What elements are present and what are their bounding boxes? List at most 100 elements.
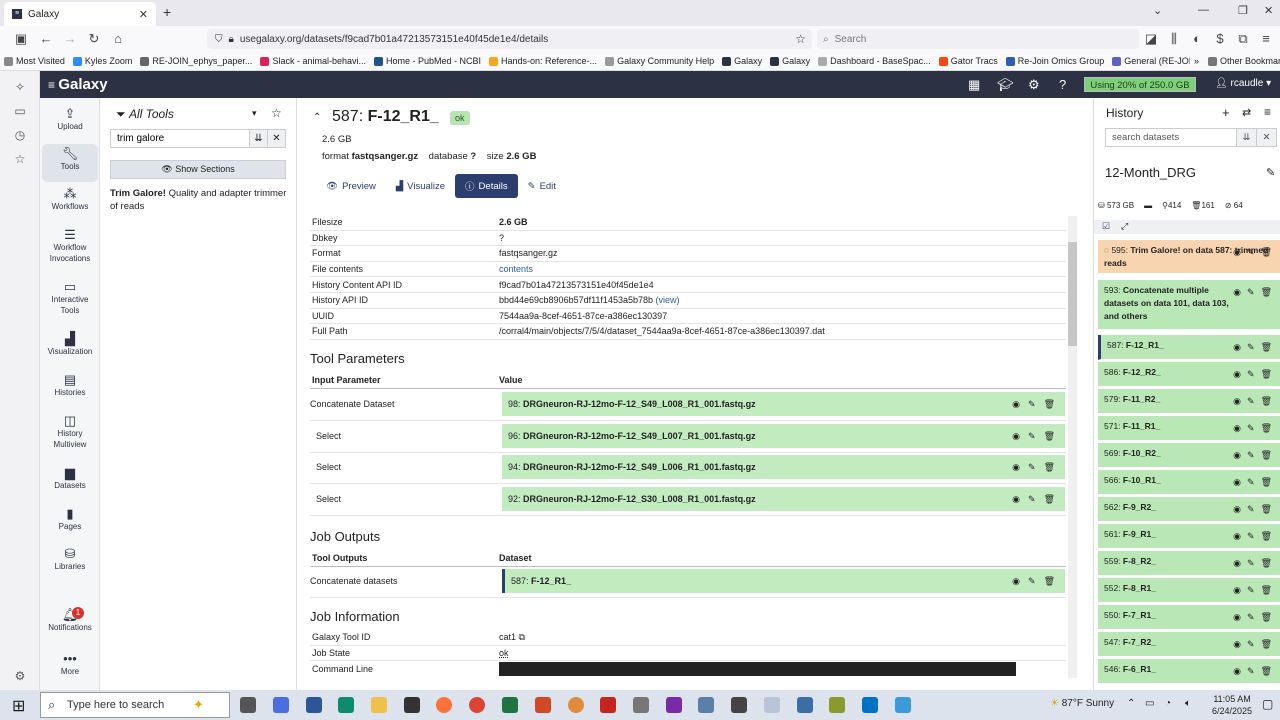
eye-icon[interactable]: ◉ xyxy=(1012,399,1020,410)
close-tab-icon[interactable]: ✕ xyxy=(139,8,148,21)
menu-icon[interactable]: ≡ xyxy=(1258,31,1274,46)
bookmark-item[interactable]: Hands-on: Reference-... xyxy=(485,56,601,66)
trash-icon[interactable]: 🗑︎ xyxy=(1044,462,1055,473)
user-menu[interactable]: 👤︎ rcaudle ▾ xyxy=(1215,78,1271,89)
acrobat-icon[interactable] xyxy=(600,697,616,713)
history-item[interactable]: 586: F-12_R2_ ◉ ✎ 🗑︎ xyxy=(1098,362,1280,387)
activity-libraries[interactable]: ⛁ Libraries xyxy=(42,547,98,572)
app-icon[interactable] xyxy=(764,697,780,713)
eye-icon[interactable]: ◉ xyxy=(1012,462,1020,473)
switch-history-icon[interactable]: ⇄ xyxy=(1242,106,1251,119)
bookmark-item[interactable]: Dashboard - BaseSpac... xyxy=(814,56,935,66)
trash-icon[interactable]: 🗑︎ xyxy=(1044,494,1055,505)
forward-icon[interactable]: → xyxy=(62,31,78,46)
edge-icon[interactable] xyxy=(338,697,354,713)
bookmark-item[interactable]: Gator Tracs xyxy=(935,56,1002,66)
history-search-input[interactable]: search datasets ⇊ ✕ xyxy=(1105,128,1277,147)
pencil-icon[interactable]: ✎ xyxy=(1028,494,1036,505)
favorites-star-icon[interactable]: ☆ xyxy=(271,106,282,120)
app-icon[interactable] xyxy=(568,697,584,713)
onenote-icon[interactable] xyxy=(666,697,682,713)
eye-icon[interactable]: ◉ xyxy=(1012,431,1020,442)
clear-search-icon[interactable]: ✕ xyxy=(1256,129,1276,146)
maximize-icon[interactable]: ❐ xyxy=(1238,4,1248,17)
wifi-icon[interactable]: ◔ xyxy=(1165,698,1171,709)
chrome-icon[interactable] xyxy=(469,697,485,713)
trash-icon[interactable]: 🗑︎ xyxy=(1044,576,1055,587)
training-hat-icon[interactable]: 🎓︎ xyxy=(997,77,1014,93)
tab-preview[interactable]: 👁︎ Preview xyxy=(316,174,386,198)
edit-pencil-icon[interactable]: ✎ xyxy=(1266,166,1275,179)
eye-icon[interactable]: ◉ xyxy=(1012,576,1020,587)
show-sections-button[interactable]: 👁︎ Show Sections xyxy=(110,160,286,179)
firefox-icon[interactable] xyxy=(436,697,452,713)
activity-more[interactable]: ••• More xyxy=(42,652,98,677)
history-item[interactable]: 593: Concatenate multiple datasets on da… xyxy=(1098,280,1280,330)
activity-datasets[interactable]: ▆ Datasets xyxy=(42,466,98,491)
library-icon[interactable]: ⫼ xyxy=(1166,31,1182,47)
notifications-icon[interactable]: ▢ xyxy=(1262,697,1273,711)
select-all-checkbox[interactable]: ☑ xyxy=(1102,221,1110,232)
tab-list-icon[interactable]: ⌄ xyxy=(1153,4,1162,17)
history-clock-icon[interactable]: ◷ xyxy=(12,128,28,142)
minimize-icon[interactable]: — xyxy=(1198,4,1209,16)
history-item[interactable]: 566: F-10_R1_ ◉ ✎ 🗑︎ xyxy=(1098,470,1280,495)
word-icon[interactable] xyxy=(306,697,322,713)
trash-icon[interactable]: 🗑︎ xyxy=(1044,431,1055,442)
count-hidden[interactable]: ⊘ 64 xyxy=(1225,201,1243,210)
tool-panel-title[interactable]: ⏷ All Tools xyxy=(116,107,174,122)
settings-gear-icon[interactable]: ⚙ xyxy=(12,669,28,683)
tab-details[interactable]: ⓘ Details xyxy=(455,174,518,198)
app-icon[interactable] xyxy=(731,697,747,713)
task-view-icon[interactable] xyxy=(240,697,256,713)
tab-visualize[interactable]: ▟ Visualize xyxy=(386,174,455,198)
app-icon[interactable] xyxy=(633,697,649,713)
tool-search-input[interactable]: ⇊ ✕ xyxy=(110,129,286,148)
url-bar[interactable]: ⛉ 🔒︎ usegalaxy.org/datasets/f9cad7b01a47… xyxy=(207,29,812,49)
pocket-icon[interactable]: ◪ xyxy=(1143,31,1159,47)
bookmark-item[interactable]: Most Visited xyxy=(0,56,69,66)
pencil-icon[interactable]: ✎ xyxy=(1028,462,1036,473)
history-item[interactable]: 547: F-7_R2_ ◉ ✎ 🗑︎ xyxy=(1098,632,1280,657)
bookmarks-star-icon[interactable]: ☆ xyxy=(12,152,28,166)
activity-interactive-tools[interactable]: ▭ Interactive Tools xyxy=(42,280,98,316)
home-icon[interactable]: ⌂ xyxy=(110,31,126,46)
bookmark-item[interactable]: Home - PubMed - NCBI xyxy=(370,56,485,66)
apps-grid-icon[interactable]: ▦ xyxy=(968,77,980,93)
app-icon[interactable] xyxy=(797,697,813,713)
bookmark-star-icon[interactable]: ☆ xyxy=(795,32,806,46)
activity-notifications[interactable]: 🔔︎ Notifications xyxy=(42,608,98,633)
bookmark-item[interactable]: Re-Join Omics Group xyxy=(1002,56,1109,66)
activity-history-multiview[interactable]: ◫ History Multiview xyxy=(42,414,98,450)
bookmark-item[interactable]: RE-JOIN_ephys_paper... xyxy=(136,56,256,66)
activity-workflows[interactable]: ⁂ Workflows xyxy=(42,187,98,212)
new-history-icon[interactable]: + xyxy=(1222,105,1230,120)
tray-chevron-icon[interactable]: ⌃ xyxy=(1127,698,1135,709)
view-history-link[interactable]: (view) xyxy=(656,295,680,305)
history-size[interactable]: ⛁ 573 GB xyxy=(1098,201,1134,210)
count-ok[interactable]: ⚲414 xyxy=(1162,201,1181,210)
history-item[interactable]: 546: F-6_R1_ ◉ ✎ 🗑︎ xyxy=(1098,659,1280,684)
other-bookmarks[interactable]: »Other Bookmarks xyxy=(1190,56,1280,66)
extension-icon[interactable]: ◐ xyxy=(1189,31,1205,46)
bookmark-item[interactable]: Galaxy Community Help xyxy=(601,56,718,66)
input-dataset-item[interactable]: 94: DRGneuron-RJ-12mo-F-12_S49_L006_R1_0… xyxy=(502,455,1065,480)
history-item[interactable]: 587: F-12_R1_ ◉ ✎ 🗑︎ xyxy=(1098,335,1280,360)
pencil-icon[interactable]: ✎ xyxy=(1028,576,1036,587)
bookmark-item[interactable]: Galaxy xyxy=(718,56,766,66)
clear-search-icon[interactable]: ✕ xyxy=(267,130,285,147)
history-item[interactable]: 552: F-8_R1_ ◉ ✎ 🗑︎ xyxy=(1098,578,1280,603)
history-item[interactable]: 579: F-11_R2_ ◉ ✎ 🗑︎ xyxy=(1098,389,1280,414)
app-icon[interactable] xyxy=(829,697,845,713)
back-icon[interactable]: ← xyxy=(38,31,54,46)
taskbar-clock[interactable]: 11:05 AM 6/24/2025 xyxy=(1212,693,1252,717)
puzzle-icon[interactable]: ⧉ xyxy=(1235,31,1251,47)
history-item[interactable]: 559: F-8_R2_ ◉ ✎ 🗑︎ xyxy=(1098,551,1280,576)
history-name[interactable]: 12-Month_DRG xyxy=(1105,165,1196,180)
contents-link[interactable]: contents xyxy=(499,264,1066,274)
bookmark-item[interactable]: Slack - animal-behavi... xyxy=(256,56,370,66)
history-item[interactable]: 550: F-7_R1_ ◉ ✎ 🗑︎ xyxy=(1098,605,1280,630)
powerpoint-icon[interactable] xyxy=(535,697,551,713)
windows-start-icon[interactable]: ⊞ xyxy=(12,696,25,716)
input-dataset-item[interactable]: 92: DRGneuron-RJ-12mo-F-12_S30_L008_R1_0… xyxy=(502,487,1065,512)
